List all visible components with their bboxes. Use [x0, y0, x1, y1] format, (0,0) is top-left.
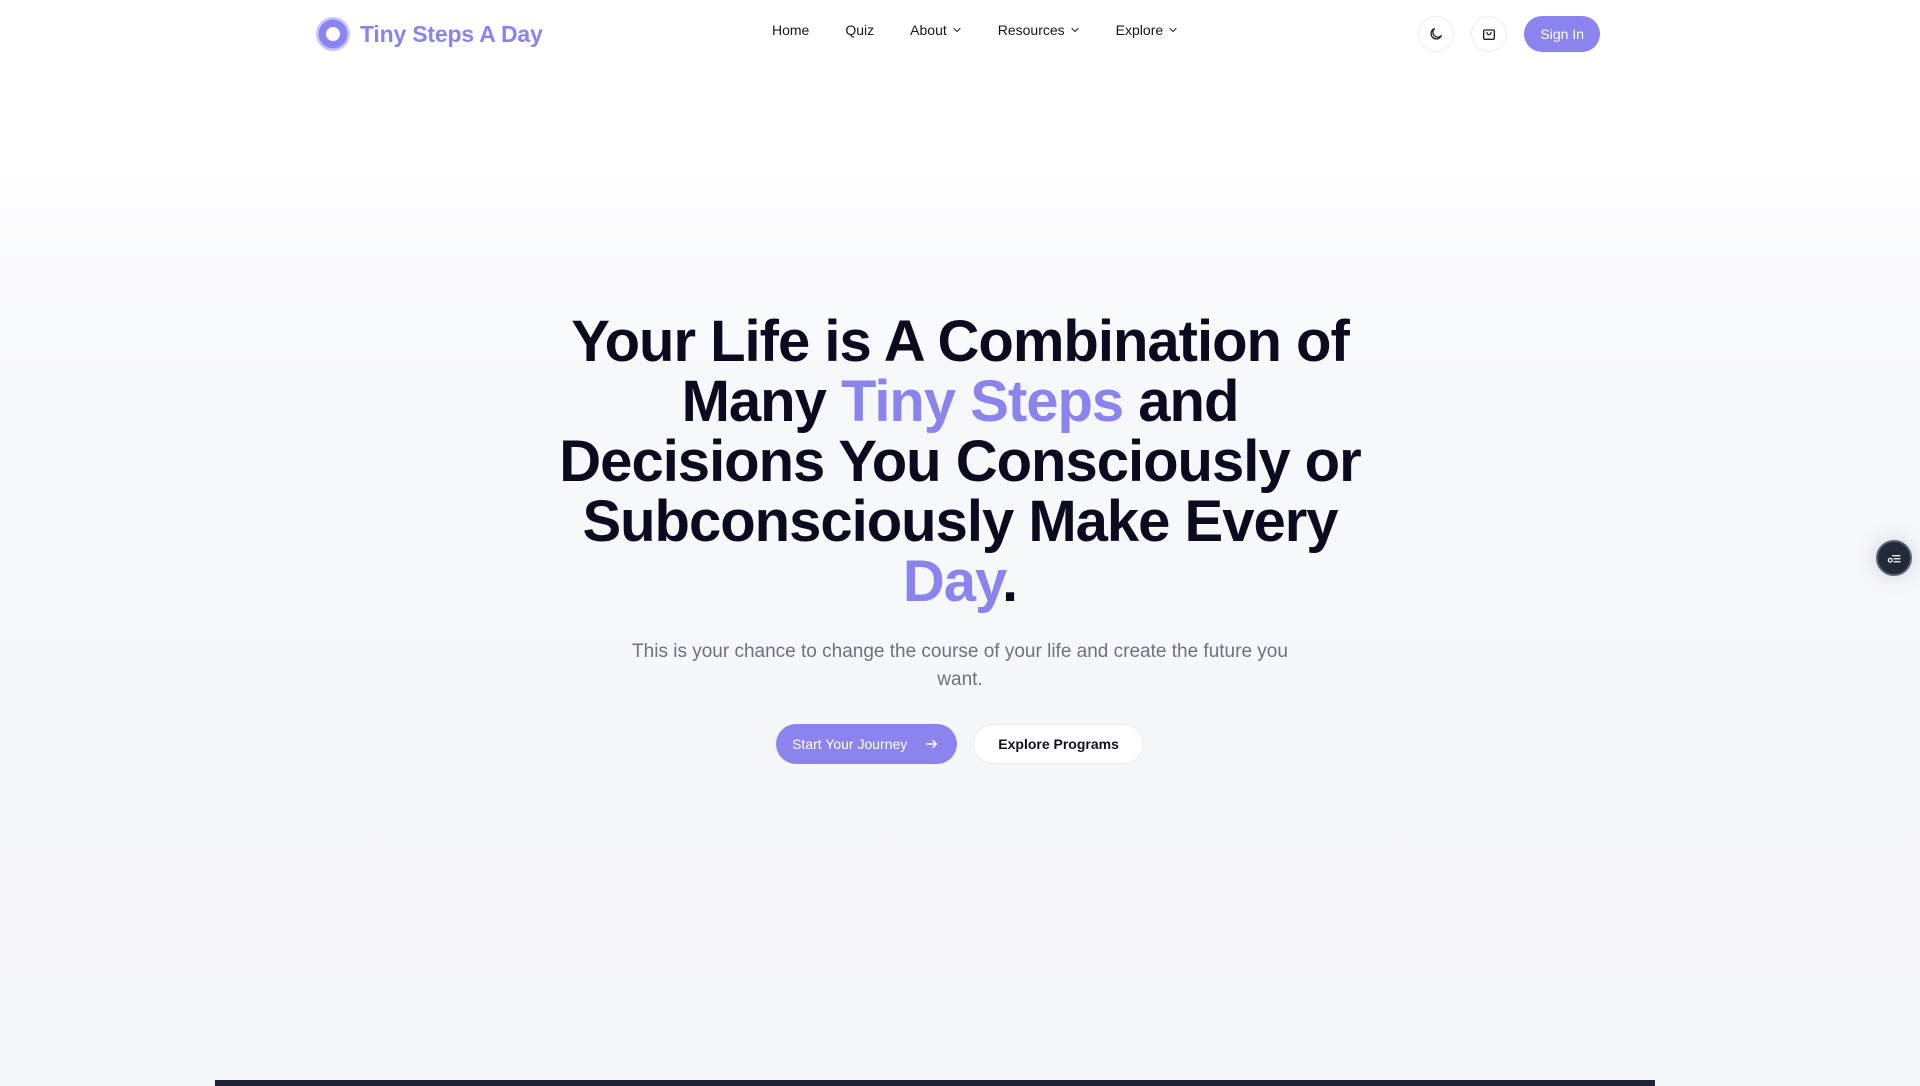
settings-list-icon [1887, 555, 1901, 563]
sign-in-button[interactable]: Sign In [1524, 16, 1600, 52]
main-nav: Home Quiz About Resources Explore [772, 22, 1178, 38]
hero-cta-group: Start Your Journey Explore Programs [0, 724, 1920, 764]
nav-item-label: About [910, 22, 947, 38]
next-section-edge [215, 1080, 1655, 1086]
chevron-down-icon [1169, 27, 1177, 33]
nav-item-explore[interactable]: Explore [1116, 22, 1178, 38]
cart-button[interactable] [1471, 16, 1508, 52]
side-menu-fab[interactable] [1876, 540, 1912, 576]
header-actions: Sign In [1418, 16, 1600, 52]
nav-item-resources[interactable]: Resources [998, 22, 1080, 38]
nav-item-about[interactable]: About [910, 22, 962, 38]
nav-item-label: Home [772, 22, 810, 38]
site-header: Tiny Steps A Day Home Quiz About Resourc… [0, 0, 1920, 68]
hero-subtitle: This is your chance to change the course… [632, 641, 1288, 690]
sun-logo-icon [316, 17, 350, 51]
start-journey-label: Start Your Journey [792, 736, 908, 752]
nav-item-label: Explore [1115, 22, 1164, 38]
nav-item-quiz[interactable]: Quiz [845, 22, 874, 38]
hero-title: Your Life is A Combination of Many Tiny … [550, 312, 1370, 612]
chevron-down-icon [953, 27, 961, 33]
theme-toggle-button[interactable] [1418, 16, 1455, 52]
arrow-right-icon [926, 739, 938, 749]
shopping-bag-icon [1483, 29, 1496, 40]
hero-title-text: . [1001, 549, 1018, 614]
nav-item-label: Resources [997, 22, 1065, 38]
brand-name: Tiny Steps A Day [360, 20, 543, 47]
chevron-down-icon [1071, 27, 1079, 33]
hero-title-accent: Day [902, 549, 1003, 614]
explore-programs-button[interactable]: Explore Programs [973, 724, 1144, 764]
nav-item-label: Quiz [845, 22, 875, 38]
nav-item-home[interactable]: Home [772, 22, 809, 38]
hero-title-accent: Tiny Steps [840, 369, 1124, 434]
moon-icon [1430, 28, 1443, 40]
hero-section: Your Life is A Combination of Many Tiny … [0, 312, 1920, 764]
start-journey-button[interactable]: Start Your Journey [776, 724, 958, 764]
brand-link[interactable]: Tiny Steps A Day [316, 16, 543, 52]
